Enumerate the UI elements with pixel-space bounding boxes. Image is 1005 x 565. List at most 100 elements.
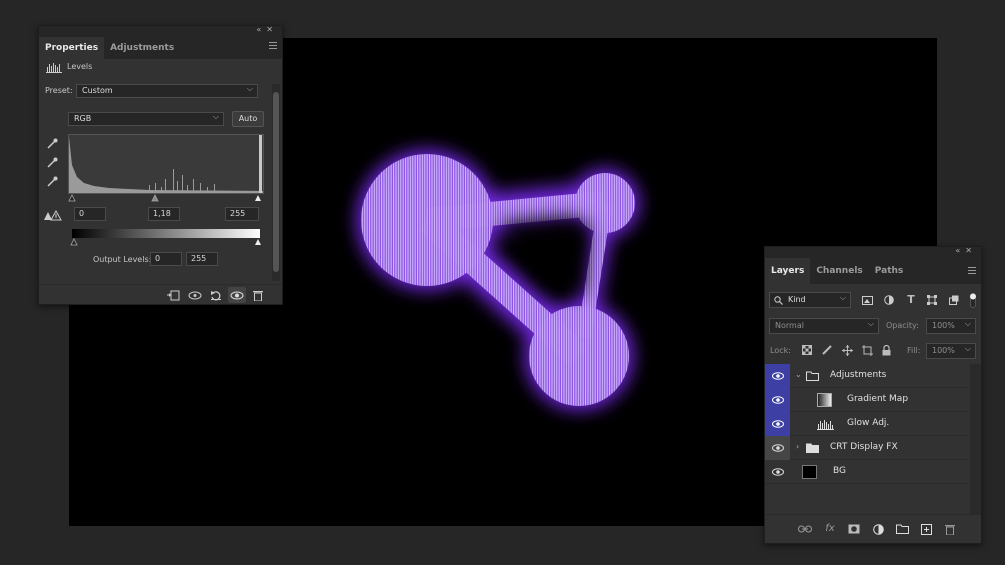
visibility-eye-icon[interactable] (765, 412, 790, 436)
tab-channels[interactable]: Channels (810, 258, 868, 284)
link-layers-icon[interactable] (797, 522, 813, 536)
panel-menu-icon[interactable] (968, 267, 976, 275)
output-white-field[interactable]: 255 (186, 252, 218, 266)
filter-type-icon[interactable]: T (904, 293, 918, 306)
layer-name: Glow Adj. (847, 418, 890, 428)
layer-row-gradient-map[interactable]: Gradient Map (765, 388, 969, 412)
scrollbar-thumb[interactable] (273, 92, 279, 272)
filter-smart-object-icon[interactable] (947, 294, 961, 306)
tab-paths[interactable]: Paths (869, 258, 910, 284)
filter-shape-icon[interactable] (925, 294, 939, 306)
layers-scrollbar[interactable] (970, 364, 981, 514)
tab-layers[interactable]: Layers (765, 258, 811, 284)
gray-point-eyedropper-icon[interactable] (45, 156, 59, 170)
layers-tabs: Layers Channels Paths (765, 258, 981, 284)
preset-dropdown[interactable]: Custom (76, 83, 258, 98)
folder-icon (805, 442, 819, 454)
black-point-eyedropper-icon[interactable] (45, 137, 59, 151)
properties-scrollbar[interactable] (272, 84, 280, 281)
input-mid-field[interactable]: 1,18 (148, 207, 180, 221)
panel-menu-icon[interactable] (269, 42, 277, 50)
output-levels-slider[interactable] (68, 238, 264, 246)
input-mid-handle (151, 194, 159, 202)
tab-adjustments[interactable]: Adjustments (104, 37, 180, 59)
clipping-warning-icon[interactable] (43, 209, 63, 221)
channel-dropdown[interactable]: RGB (68, 111, 224, 126)
layer-name: CRT Display FX (830, 442, 898, 452)
layer-row-bg[interactable]: BG (765, 460, 969, 484)
layer-name: Adjustments (830, 370, 887, 380)
white-point-eyedropper-icon[interactable] (45, 175, 59, 189)
filter-toggle-switch[interactable] (968, 292, 978, 308)
bg-layer-thumbnail (802, 465, 817, 479)
filter-pixel-icon[interactable] (860, 294, 874, 306)
histogram (68, 134, 264, 194)
layer-style-fx-icon[interactable]: fx (822, 521, 838, 535)
opacity-label: Opacity: (886, 321, 919, 330)
visibility-eye-icon[interactable] (765, 388, 790, 412)
close-icon[interactable]: ✕ (266, 25, 278, 34)
input-levels-slider[interactable] (68, 194, 264, 202)
group-expanded-chevron-icon[interactable]: ⌄ (795, 370, 802, 379)
layers-bottom-bar: fx (765, 514, 981, 543)
add-mask-icon[interactable] (846, 522, 862, 536)
visibility-eye-icon[interactable] (765, 460, 790, 484)
new-layer-icon[interactable] (918, 522, 934, 536)
tab-properties[interactable]: Properties (39, 37, 105, 59)
auto-button[interactable]: Auto (232, 111, 264, 127)
layers-list: ⌄ Adjustments Gradient Map Glow Adj. › C… (765, 364, 981, 514)
layer-row-adjustments[interactable]: ⌄ Adjustments (765, 364, 969, 388)
levels-icon (816, 418, 834, 430)
search-icon (773, 294, 783, 306)
levels-icon (46, 61, 62, 73)
view-previous-state-icon[interactable] (187, 288, 203, 302)
input-white-handle (255, 195, 261, 201)
delete-layer-icon[interactable] (942, 522, 958, 536)
lock-all-icon[interactable] (879, 344, 893, 356)
visibility-eye-icon[interactable] (765, 364, 790, 388)
toggle-visibility-icon[interactable] (228, 287, 246, 303)
output-black-field[interactable]: 0 (150, 252, 182, 266)
preset-label: Preset: (45, 86, 73, 95)
properties-tabs: Properties Adjustments (39, 37, 282, 59)
fill-label: Fill: (907, 346, 921, 355)
panel-titlebar[interactable]: «✕ (765, 246, 981, 258)
lock-transparent-pixels-icon[interactable] (800, 344, 814, 356)
collapse-icon[interactable]: « (955, 246, 965, 255)
properties-panel: «✕ Properties Adjustments Levels Preset:… (38, 25, 283, 305)
new-adjustment-layer-icon[interactable] (870, 522, 886, 536)
lock-image-pixels-icon[interactable] (820, 344, 834, 356)
lock-position-icon[interactable] (840, 344, 854, 356)
clip-to-layer-icon[interactable] (165, 288, 181, 302)
collapse-icon[interactable]: « (256, 25, 266, 34)
output-levels-label: Output Levels: (93, 255, 152, 264)
panel-titlebar[interactable]: «✕ (39, 25, 282, 37)
adjustment-title: Levels (67, 62, 93, 71)
input-black-field[interactable]: 0 (74, 207, 106, 221)
gradient-map-thumbnail (817, 393, 832, 407)
layer-name: BG (833, 466, 846, 476)
folder-icon (805, 370, 819, 382)
visibility-eye-icon[interactable] (765, 436, 790, 460)
input-white-field[interactable]: 255 (225, 207, 259, 221)
lock-label: Lock: (770, 346, 791, 355)
fill-field[interactable]: 100% (926, 342, 976, 359)
new-group-icon[interactable] (894, 522, 910, 536)
output-black-handle (70, 238, 78, 246)
blend-mode-dropdown[interactable]: Normal (769, 317, 879, 334)
close-icon[interactable]: ✕ (965, 246, 977, 255)
layer-row-glow-adj[interactable]: Glow Adj. (765, 412, 969, 436)
output-white-handle (255, 239, 261, 245)
layers-panel: «✕ Layers Channels Paths Kind T Normal O… (764, 246, 982, 544)
histogram-graph (69, 135, 263, 193)
filter-adjustment-icon[interactable] (882, 294, 896, 306)
layer-name: Gradient Map (847, 394, 909, 404)
properties-bottom-bar (39, 284, 282, 304)
delete-icon[interactable] (250, 288, 266, 302)
layer-row-crt-display-fx[interactable]: › CRT Display FX (765, 436, 969, 460)
input-black-handle (68, 194, 76, 202)
lock-artboard-icon[interactable] (860, 344, 874, 356)
group-collapsed-chevron-icon[interactable]: › (796, 442, 799, 451)
opacity-field[interactable]: 100% (926, 317, 976, 334)
reset-icon[interactable] (208, 288, 224, 302)
